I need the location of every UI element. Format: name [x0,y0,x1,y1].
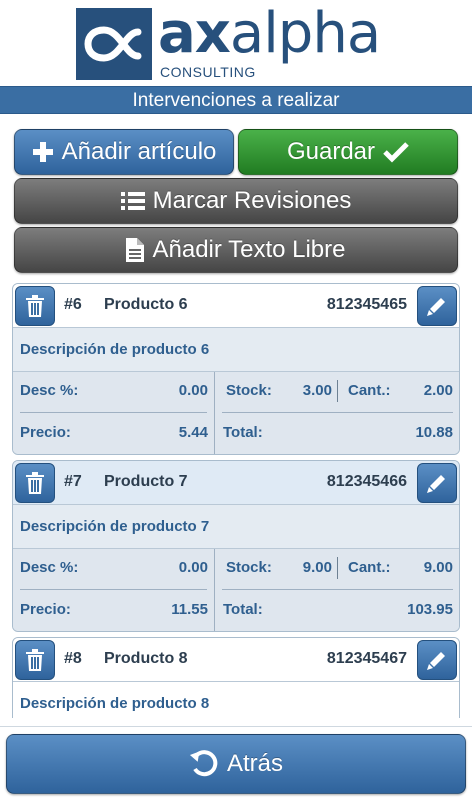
item-name: Producto 6 [104,296,188,313]
add-article-label: Añadir artículo [61,138,217,165]
item-description: Descripción de producto 6 [13,328,459,372]
total-value: 103.95 [407,601,453,618]
qty-value: 2.00 [423,382,453,399]
stock-value: 3.00 [302,382,332,399]
delete-button[interactable] [15,640,55,680]
brand-name: axalpha [158,1,381,66]
desc-pct-label: Desc %: [20,382,79,399]
logo: axalpha CONSULTING [0,0,472,86]
add-free-text-label: Añadir Texto Libre [152,236,346,263]
item-description: Descripción de producto 8 [13,682,459,718]
edit-button[interactable] [417,640,457,680]
trash-icon [26,295,44,317]
price-label: Precio: [20,601,71,618]
item-list[interactable]: #6 Producto 6 812345465 Descripción de p… [0,280,472,718]
qty-label: Cant.: [348,559,391,576]
stock-value: 9.00 [302,559,332,576]
brand-name-bold: ax [158,1,231,66]
qty-label: Cant.: [348,382,391,399]
brand-subtitle: CONSULTING [160,64,256,80]
list-item: #6 Producto 6 812345465 Descripción de p… [12,283,460,455]
desc-pct-label: Desc %: [20,559,79,576]
add-free-text-button[interactable]: Añadir Texto Libre [14,227,458,273]
stock-label: Stock: [226,382,272,399]
item-header: #8 Producto 8 812345467 [13,638,459,682]
item-header: #7 Producto 7 812345466 [13,461,459,505]
page-title: Intervenciones a realizar [0,86,472,114]
screen: axalpha CONSULTING Intervenciones a real… [0,0,472,800]
item-code: 812345466 [326,473,407,490]
item-name: Producto 7 [104,473,188,490]
delete-button[interactable] [15,286,55,326]
pencil-icon [427,298,445,316]
item-number: #7 [64,473,82,490]
list-item: #7 Producto 7 812345466 Descripción de p… [12,460,460,632]
check-icon [383,142,409,163]
mark-reviews-label: Marcar Revisiones [152,187,352,214]
brand-name-light: alpha [229,1,381,66]
total-value: 10.88 [415,424,453,441]
item-code: 812345467 [326,650,407,667]
item-number: #8 [64,650,82,667]
stock-label: Stock: [226,559,272,576]
price-value: 11.55 [171,601,208,618]
item-description: Descripción de producto 7 [13,505,459,549]
document-icon [126,238,145,262]
price-value: 5.44 [178,424,208,441]
desc-pct-value: 0.00 [178,559,208,576]
undo-icon [189,750,218,777]
total-label: Total: [223,424,263,441]
alpha-symbol-icon [76,8,152,80]
qty-value: 9.00 [423,559,453,576]
price-label: Precio: [20,424,71,441]
add-article-button[interactable]: Añadir artículo [14,129,234,175]
plus-icon [32,142,53,162]
save-label: Guardar [286,138,376,165]
list-icon [120,192,145,210]
save-button[interactable]: Guardar [238,129,458,175]
back-label: Atrás [226,750,283,777]
item-details: Desc %: 0.00 Precio: 11.55 Stock: 9.00 C… [13,549,459,631]
item-name: Producto 8 [104,650,188,667]
item-code: 812345465 [326,296,407,313]
trash-icon [26,472,44,494]
desc-pct-value: 0.00 [178,382,208,399]
item-header: #6 Producto 6 812345465 [13,284,459,328]
item-number: #6 [64,296,82,313]
trash-icon [26,649,44,671]
item-details: Desc %: 0.00 Precio: 5.44 Stock: 3.00 Ca… [13,372,459,454]
back-button[interactable]: Atrás [6,734,466,794]
mark-reviews-button[interactable]: Marcar Revisiones [14,178,458,224]
edit-button[interactable] [417,463,457,503]
pencil-icon [427,652,445,670]
delete-button[interactable] [15,463,55,503]
pencil-icon [427,475,445,493]
edit-button[interactable] [417,286,457,326]
total-label: Total: [223,601,263,618]
list-item: #8 Producto 8 812345467 Descripción de p… [12,637,460,718]
